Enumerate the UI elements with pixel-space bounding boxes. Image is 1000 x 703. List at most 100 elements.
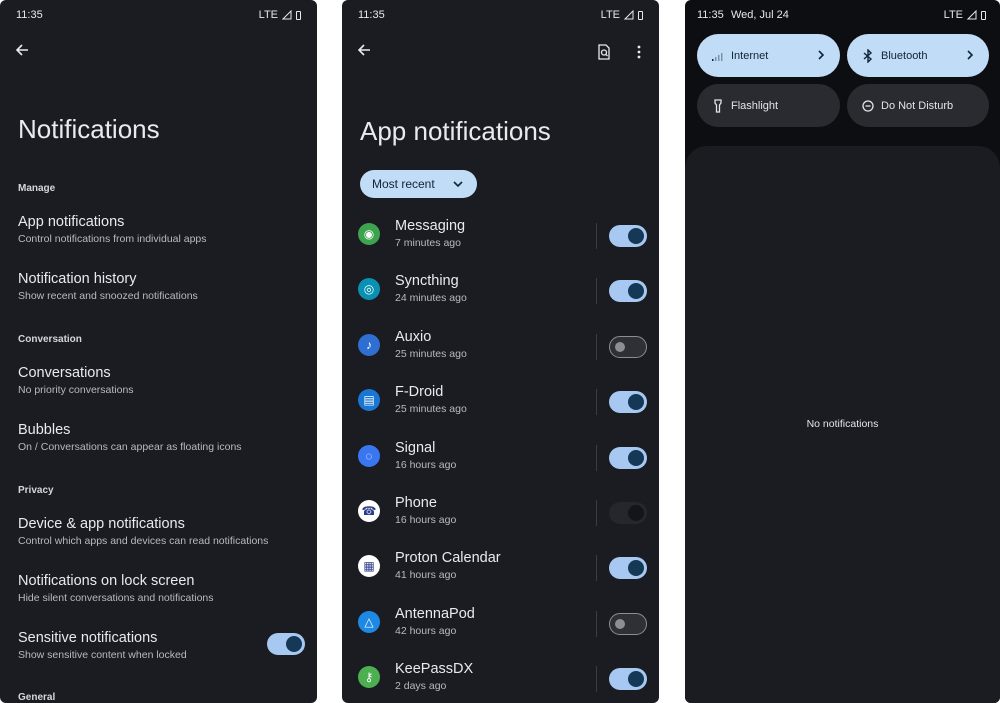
chevron-right-icon	[967, 50, 974, 60]
bluetooth-icon	[861, 48, 875, 63]
toggle-knob	[628, 560, 644, 577]
app-notifications-screen: 11:35 LTE App notifications Most recent …	[342, 0, 659, 703]
item-title: Device & app notifications	[18, 516, 185, 532]
row-divider	[596, 666, 597, 693]
messaging-icon: ◉	[358, 223, 380, 245]
app-name: Phone	[395, 495, 437, 511]
bubbles-item[interactable]: Bubbles On / Conversations can appear as…	[18, 422, 242, 453]
fdroid-icon: ▤	[358, 389, 380, 412]
app-last-notified: 2 days ago	[395, 680, 447, 693]
lock-screen-notifications-item[interactable]: Notifications on lock screen Hide silent…	[18, 573, 214, 604]
item-title: Notification history	[18, 271, 137, 287]
app-last-notified: 41 hours ago	[395, 569, 457, 582]
section-privacy: Privacy	[18, 485, 54, 496]
page-title: App notifications	[360, 116, 551, 146]
app-notification-toggle[interactable]	[609, 225, 647, 247]
app-row[interactable]: ◎ Syncthing 24 minutes ago	[342, 269, 659, 315]
notifications-settings-screen: 11:35 LTE Notifications Manage App notif…	[0, 0, 317, 703]
music-note-icon: ♪	[358, 333, 380, 356]
app-last-notified: 25 minutes ago	[395, 347, 467, 360]
row-divider	[596, 500, 597, 526]
syncthing-icon: ◎	[358, 278, 380, 301]
network-type: LTE	[258, 9, 278, 21]
conversations-item[interactable]: Conversations No priority conversations	[18, 365, 134, 396]
row-divider	[596, 444, 597, 471]
app-row[interactable]: ☎ Phone 16 hours ago	[342, 491, 659, 537]
tile-label: Internet	[731, 49, 769, 62]
app-name: F-Droid	[395, 384, 444, 401]
sensitive-notifications-toggle[interactable]	[267, 633, 305, 655]
battery-icon	[296, 10, 301, 20]
app-name: AntennaPod	[395, 605, 475, 622]
app-last-notified: 7 minutes ago	[395, 237, 461, 249]
back-arrow-icon[interactable]	[356, 42, 372, 58]
app-row[interactable]: ◌ Signal 16 hours ago	[342, 436, 659, 482]
app-name: Messaging	[395, 218, 466, 234]
phone-icon: ☎	[358, 500, 380, 522]
app-notification-toggle[interactable]	[609, 668, 647, 691]
status-bar: 11:35 Wed, Jul 24 LTE	[697, 9, 986, 23]
sort-chip-label: Most recent	[372, 177, 435, 191]
app-notification-toggle[interactable]	[609, 446, 647, 469]
signal-icon	[282, 10, 292, 20]
row-divider	[596, 610, 597, 637]
internet-tile[interactable]: Internet	[697, 34, 840, 77]
bluetooth-tile[interactable]: Bluetooth	[847, 34, 989, 77]
app-notifications-item[interactable]: App notifications Control notifications …	[18, 214, 207, 245]
item-subtitle: Control notifications from individual ap…	[18, 233, 207, 245]
app-name: Syncthing	[395, 273, 459, 290]
app-row[interactable]: ▤ F-Droid 25 minutes ago	[342, 380, 659, 426]
toggle-knob	[615, 341, 625, 352]
row-divider	[596, 389, 597, 416]
section-manage: Manage	[18, 183, 56, 194]
app-row[interactable]: ♪ Auxio 25 minutes ago	[342, 325, 659, 371]
notification-history-item[interactable]: Notification history Show recent and sno…	[18, 271, 198, 302]
tile-label: Bluetooth	[881, 49, 928, 62]
app-notification-toggle[interactable]	[609, 280, 647, 303]
row-divider	[596, 278, 597, 305]
app-notification-toggle[interactable]	[609, 557, 647, 580]
device-app-notifications-item[interactable]: Device & app notifications Control which…	[18, 516, 268, 547]
app-last-notified: 16 hours ago	[395, 514, 457, 526]
chevron-right-icon	[818, 50, 825, 60]
status-bar: 11:35 LTE	[16, 9, 301, 23]
item-subtitle: Show sensitive content when locked	[18, 649, 187, 661]
signal-icon	[624, 10, 634, 20]
status-bar: 11:35 LTE	[358, 9, 643, 23]
chevron-down-icon	[453, 181, 463, 188]
toggle-knob	[628, 449, 644, 466]
sort-dropdown-chip[interactable]: Most recent	[360, 170, 477, 198]
app-row[interactable]: ⚷ KeePassDX 2 days ago	[342, 657, 659, 703]
back-arrow-icon[interactable]	[14, 42, 30, 58]
toggle-knob	[628, 283, 644, 300]
signal-icon	[967, 10, 977, 20]
toggle-knob	[286, 636, 302, 652]
battery-icon	[638, 10, 643, 20]
app-notification-toggle[interactable]	[609, 335, 647, 358]
app-row[interactable]: ◉ Messaging 7 minutes ago	[342, 214, 659, 260]
app-notification-toggle[interactable]	[609, 391, 647, 414]
app-notification-toggle[interactable]	[609, 612, 647, 635]
flashlight-tile[interactable]: Flashlight	[697, 84, 840, 127]
app-last-notified: 42 hours ago	[395, 624, 457, 637]
signal-icon: ◌	[358, 444, 380, 467]
app-notification-toggle	[609, 502, 647, 524]
toggle-knob	[628, 671, 644, 688]
more-options-icon[interactable]	[632, 44, 646, 60]
battery-icon	[981, 10, 986, 20]
toggle-knob	[628, 505, 644, 521]
app-name: Signal	[395, 439, 436, 456]
search-settings-icon[interactable]	[596, 44, 612, 60]
do-not-disturb-icon	[861, 99, 875, 113]
app-row[interactable]: ▦ Proton Calendar 41 hours ago	[342, 546, 659, 592]
calendar-icon: ▦	[358, 555, 380, 578]
status-date: Wed, Jul 24	[731, 9, 789, 21]
app-row[interactable]: △ AntennaPod 42 hours ago	[342, 602, 659, 648]
row-divider	[596, 223, 597, 249]
row-divider	[596, 555, 597, 582]
app-name: KeePassDX	[395, 661, 474, 678]
app-name: Auxio	[395, 328, 432, 345]
do-not-disturb-tile[interactable]: Do Not Disturb	[847, 84, 989, 127]
row-divider	[596, 333, 597, 360]
sensitive-notifications-item[interactable]: Sensitive notifications Show sensitive c…	[18, 630, 187, 661]
